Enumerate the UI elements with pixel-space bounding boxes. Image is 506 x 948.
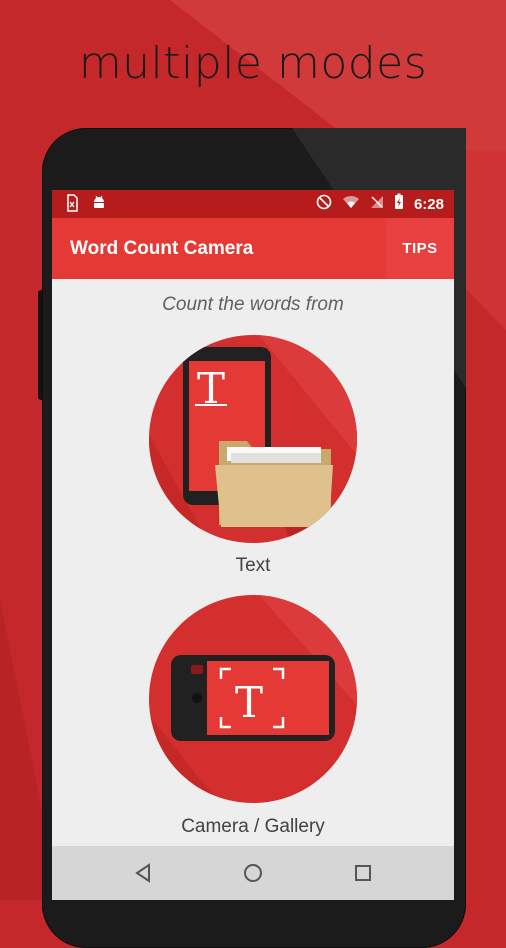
camera-gallery-mode-button[interactable]: T [149,595,357,803]
page-headline: multiple modes [78,38,428,89]
recents-icon[interactable] [349,859,377,887]
sd-card-icon [66,194,78,217]
tips-button[interactable]: TIPS [386,218,454,279]
back-icon[interactable] [129,859,157,887]
camera-gallery-mode-label: Camera / Gallery [181,816,325,837]
app-bar: Word Count Camera TIPS [52,218,454,279]
text-document-icon: T [149,335,357,543]
battery-charging-icon [394,193,404,215]
status-time: 6:28 [413,195,444,213]
home-icon[interactable] [239,859,267,887]
status-bar: 6:28 [52,190,454,218]
app-title: Word Count Camera [70,238,254,259]
navigation-bar [52,846,454,900]
svg-text:T: T [235,678,263,727]
text-mode-button[interactable]: T [149,335,357,543]
wifi-icon [342,195,360,214]
no-signal-icon [370,195,384,214]
mode-subtitle: Count the words from [162,294,344,315]
text-mode-label: Text [235,555,271,576]
do-not-disturb-icon [316,194,332,215]
camera-capture-icon: T [149,595,357,803]
android-icon [92,194,106,217]
phone-screen: 6:28 Word Count Camera TIPS Count the wo… [52,190,454,900]
